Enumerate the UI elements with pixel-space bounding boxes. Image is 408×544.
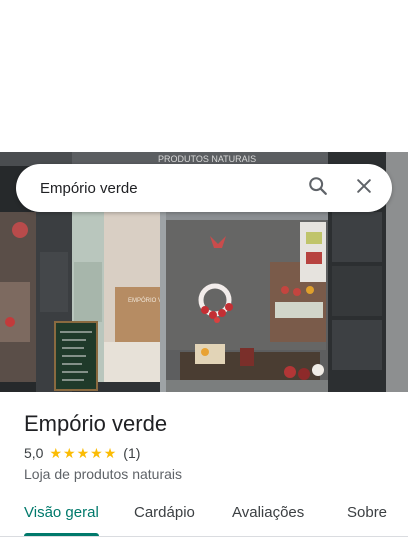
tab-menu[interactable]: Cardápio xyxy=(134,494,195,536)
place-category: Loja de produtos naturais xyxy=(24,466,182,482)
search-bar[interactable]: Empório verde xyxy=(16,164,392,212)
place-name: Empório verde xyxy=(24,411,168,436)
tab-label: Cardápio xyxy=(134,504,195,521)
star-icon: ★ xyxy=(76,445,90,461)
close-icon xyxy=(354,176,374,201)
review-count[interactable]: (1) xyxy=(123,445,140,461)
tab-reviews[interactable]: Avaliações xyxy=(232,494,304,536)
rating-row[interactable]: 5,0 ★ ★ ★ ★ ★ (1) xyxy=(24,444,384,462)
place-tabs: Visão geral Cardápio Avaliações Sobre xyxy=(0,494,408,536)
tab-label: Sobre xyxy=(347,504,388,521)
star-icon: ★ xyxy=(49,445,63,461)
storefront-sign: PRODUTOS NATURAIS xyxy=(158,154,256,164)
star-icon: ★ xyxy=(90,445,103,461)
rating-stars: ★ ★ ★ ★ ★ xyxy=(49,446,117,460)
clear-search-button[interactable] xyxy=(344,168,384,208)
search-input[interactable]: Empório verde xyxy=(16,180,298,197)
map-blank-area xyxy=(0,0,408,152)
place-info: Empório verde 5,0 ★ ★ ★ ★ ★ (1) Loja de … xyxy=(0,392,408,484)
star-icon: ★ xyxy=(103,445,117,461)
rating-score: 5,0 xyxy=(24,445,44,461)
tab-label: Avaliações xyxy=(232,504,305,521)
search-icon xyxy=(307,175,329,202)
tab-overview[interactable]: Visão geral xyxy=(24,494,99,536)
search-button[interactable] xyxy=(298,168,338,208)
star-icon: ★ xyxy=(63,445,76,461)
tab-label: Visão geral xyxy=(24,504,99,521)
tab-about[interactable]: Sobre xyxy=(347,494,387,536)
store-wall-lettering: EMPÓRIO V xyxy=(128,297,162,304)
tabs-divider xyxy=(0,536,408,537)
